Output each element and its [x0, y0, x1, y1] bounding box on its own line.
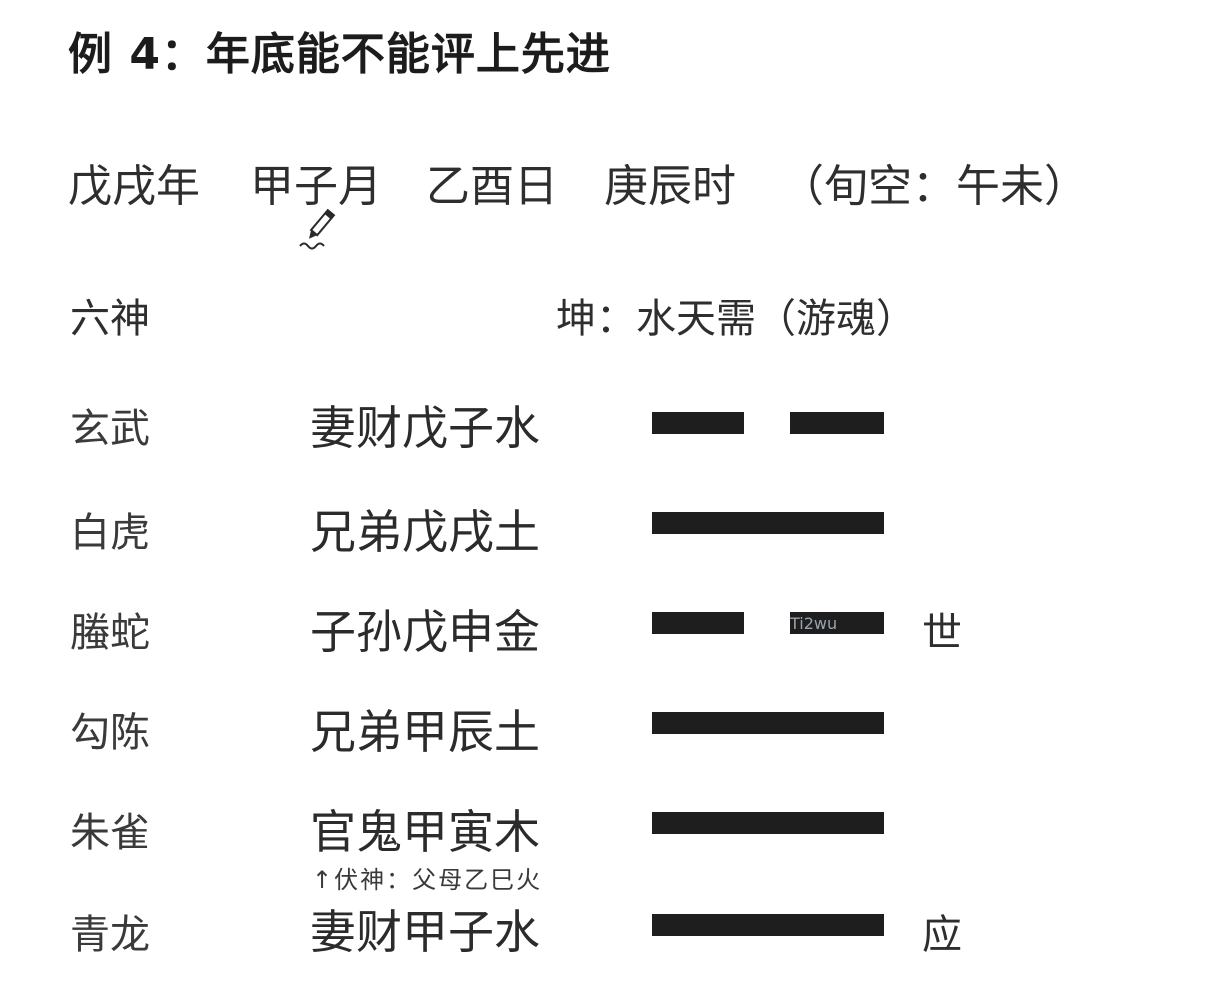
day-pillar: 乙酉日: [426, 161, 558, 212]
hour-pillar: 庚辰时: [604, 161, 736, 212]
year-pillar: 戊戌年: [68, 161, 200, 212]
hidden-spirit-note: ↑伏神：父母乙巳火: [312, 866, 543, 894]
spirit-line-6: 玄武: [70, 406, 150, 452]
pen-cursor-icon: [296, 206, 340, 250]
line-3-label: 兄弟甲辰土: [310, 705, 540, 759]
six-spirits-header: 六神: [70, 296, 150, 342]
shi-marker: 世: [922, 610, 962, 656]
page-title: 例 4：年底能不能评上先进: [68, 29, 611, 80]
line-6-label: 妻财戊子水: [310, 401, 540, 455]
spirit-line-4: 螣蛇: [70, 610, 150, 656]
line-1-yang-bar: [652, 914, 884, 936]
line-3-yang-bar: [652, 712, 884, 734]
line-5-label: 兄弟戊戌土: [310, 505, 540, 559]
line-4-yin-bar: [652, 612, 884, 634]
line-2-yang-bar: [652, 812, 884, 834]
line-1-label: 妻财甲子水: [310, 905, 540, 959]
line-6-yin-bar: [652, 412, 884, 434]
spirit-line-3: 勾陈: [70, 710, 150, 756]
hexagram-name: 坤：水天需（游魂）: [556, 296, 916, 342]
line-5-yang-bar: [652, 512, 884, 534]
void-note: （旬空：午未）: [780, 161, 1088, 212]
month-pillar: 甲子月: [250, 161, 382, 212]
spirit-line-2: 朱雀: [70, 810, 150, 856]
line-4-label: 子孙戊申金: [310, 605, 540, 659]
watermark: Ti2wu: [790, 614, 838, 633]
spirit-line-1: 青龙: [70, 912, 150, 958]
spirit-line-5: 白虎: [70, 510, 150, 556]
ying-marker: 应: [922, 912, 962, 958]
line-2-label: 官鬼甲寅木: [310, 805, 540, 859]
